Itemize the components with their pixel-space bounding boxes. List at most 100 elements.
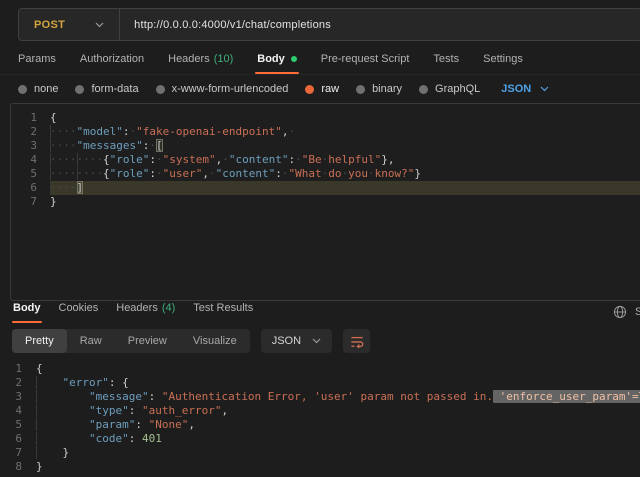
body-type-none[interactable]: none bbox=[18, 83, 58, 95]
body-type-binary[interactable]: binary bbox=[356, 83, 402, 95]
code-token: you bbox=[348, 167, 368, 180]
code-token: · bbox=[222, 153, 229, 166]
body-type-row: none form-data x-www-form-urlencoded raw bin… bbox=[18, 77, 640, 101]
chevron-down-icon bbox=[540, 86, 549, 92]
tab-body[interactable]: Body bbox=[245, 45, 309, 74]
chevron-down-icon bbox=[312, 338, 321, 344]
line-number: 5 bbox=[11, 167, 37, 181]
code-token: 'enforce_user_param'=True" bbox=[493, 390, 640, 403]
code-token bbox=[36, 418, 89, 431]
code-token: · bbox=[156, 153, 163, 166]
request-url-bar: POST http://0.0.0.0:4000/v1/chat/complet… bbox=[18, 8, 640, 41]
code-token bbox=[36, 432, 89, 445]
language-selector[interactable]: JSON bbox=[501, 83, 549, 95]
line-number: 6 bbox=[0, 432, 22, 446]
tab-tests[interactable]: Tests bbox=[421, 45, 471, 74]
response-tabs-right: S bbox=[613, 294, 640, 323]
code-token: "content" bbox=[216, 167, 276, 180]
chevron-down-icon[interactable] bbox=[95, 22, 104, 28]
code-line: 7} bbox=[11, 195, 640, 209]
view-preview[interactable]: Preview bbox=[115, 329, 180, 353]
code-token: "type" bbox=[89, 404, 129, 417]
tab-headers[interactable]: Headers(10) bbox=[156, 45, 245, 74]
code-token: "param" bbox=[89, 418, 135, 431]
line-number: 7 bbox=[11, 195, 37, 209]
word-wrap-button[interactable] bbox=[343, 329, 370, 353]
request-body-editor[interactable]: 1{2····"model":·"fake-openai-endpoint",·… bbox=[10, 103, 640, 301]
code-token bbox=[36, 446, 63, 459]
tab-label: Params bbox=[18, 53, 56, 65]
code-token: "system" bbox=[163, 153, 216, 166]
code-token: know?" bbox=[375, 167, 415, 180]
code-content: ········{"role":·"user",·"content":·"Wha… bbox=[50, 167, 640, 181]
code-token: · bbox=[156, 167, 163, 180]
divider bbox=[119, 9, 120, 40]
code-token: "content" bbox=[229, 153, 289, 166]
code-line: 1{ bbox=[11, 111, 640, 125]
code-line: 2····"model":·"fake-openai-endpoint",· bbox=[11, 125, 640, 139]
word-wrap-icon bbox=[350, 335, 364, 348]
code-token: ···· bbox=[50, 167, 77, 180]
code-token: · bbox=[209, 167, 216, 180]
clipped-status-text: S bbox=[635, 306, 640, 318]
body-type-x-www-form-urlencoded[interactable]: x-www-form-urlencoded bbox=[156, 83, 289, 95]
code-token: } bbox=[50, 195, 57, 208]
tab-headers[interactable]: Headers(4) bbox=[107, 294, 184, 323]
code-line: 3 "message": "Authentication Error, 'use… bbox=[0, 390, 640, 404]
radio-icon bbox=[18, 85, 27, 94]
code-token bbox=[36, 390, 89, 403]
format-selector[interactable]: JSON bbox=[261, 329, 332, 353]
radio-icon bbox=[156, 85, 165, 94]
tab-pre-request-script[interactable]: Pre-request Script bbox=[309, 45, 422, 74]
code-content: ····"model":·"fake-openai-endpoint",· bbox=[50, 125, 640, 139]
code-token: } bbox=[63, 446, 70, 459]
body-type-raw[interactable]: raw bbox=[305, 83, 339, 95]
code-token: , bbox=[221, 404, 228, 417]
code-token bbox=[135, 432, 142, 445]
tab-test-results[interactable]: Test Results bbox=[184, 294, 262, 323]
code-content: } bbox=[36, 446, 640, 460]
body-type-graphql[interactable]: GraphQL bbox=[419, 83, 480, 95]
response-body-editor[interactable]: 1{2 "error": {3 "message": "Authenticati… bbox=[0, 358, 640, 477]
code-token: "What bbox=[288, 167, 321, 180]
tab-label: Headers bbox=[168, 53, 210, 65]
code-line: 5········{"role":·"user",·"content":·"Wh… bbox=[11, 167, 640, 181]
tab-body[interactable]: Body bbox=[4, 294, 50, 323]
response-toolbar: PrettyRawPreviewVisualize JSON bbox=[12, 329, 370, 353]
line-number: 2 bbox=[0, 376, 22, 390]
line-number: 3 bbox=[0, 390, 22, 404]
view-visualize[interactable]: Visualize bbox=[180, 329, 250, 353]
code-token: · bbox=[295, 153, 302, 166]
tab-params[interactable]: Params bbox=[6, 45, 68, 74]
url-input[interactable]: http://0.0.0.0:4000/v1/chat/completions bbox=[134, 19, 331, 31]
tab-settings[interactable]: Settings bbox=[471, 45, 535, 74]
body-type-form-data[interactable]: form-data bbox=[75, 83, 138, 95]
view-raw[interactable]: Raw bbox=[67, 329, 115, 353]
body-type-label: x-www-form-urlencoded bbox=[172, 83, 289, 95]
line-number: 1 bbox=[11, 111, 37, 125]
tab-authorization[interactable]: Authorization bbox=[68, 45, 156, 74]
code-token bbox=[155, 390, 162, 403]
code-token: do bbox=[328, 167, 341, 180]
view-pretty[interactable]: Pretty bbox=[12, 329, 67, 353]
code-token: ···· bbox=[50, 181, 77, 194]
code-token: ···· bbox=[50, 139, 77, 152]
method-selector[interactable]: POST bbox=[19, 19, 65, 31]
globe-icon[interactable] bbox=[613, 305, 627, 319]
line-number: 3 bbox=[11, 139, 37, 153]
response-tabs: BodyCookiesHeaders(4)Test Results S bbox=[0, 294, 640, 323]
line-number: 5 bbox=[0, 418, 22, 432]
code-line: 4 "type": "auth_error", bbox=[0, 404, 640, 418]
body-type-label: GraphQL bbox=[435, 83, 480, 95]
code-token: · bbox=[288, 125, 295, 138]
code-token: { bbox=[122, 376, 129, 389]
tab-cookies[interactable]: Cookies bbox=[50, 294, 108, 323]
code-token: : bbox=[135, 418, 142, 431]
tab-label: Tests bbox=[433, 53, 459, 65]
code-token: [ bbox=[156, 139, 163, 152]
radio-icon bbox=[305, 85, 314, 94]
code-token: : bbox=[275, 167, 282, 180]
code-token: "model" bbox=[77, 125, 123, 138]
code-content: ····] bbox=[50, 181, 640, 195]
code-token: · bbox=[149, 139, 156, 152]
